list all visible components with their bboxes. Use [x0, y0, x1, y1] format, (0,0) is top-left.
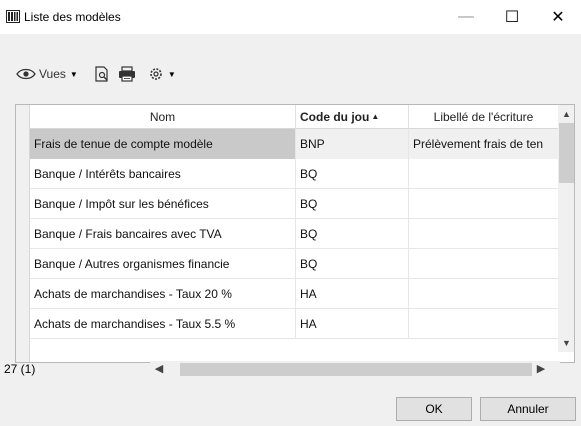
column-header-code[interactable]: Code du jou ▲: [296, 105, 409, 129]
printer-icon: [118, 66, 135, 82]
cell-code: BQ: [296, 249, 409, 279]
cell-nom: Banque / Frais bancaires avec TVA: [30, 219, 296, 249]
cell-nom: Banque / Impôt sur les bénéfices: [30, 189, 296, 219]
record-count: 27 (1): [4, 362, 36, 376]
column-header-libelle[interactable]: Libellé de l'écriture: [409, 105, 558, 129]
column-header-nom[interactable]: Nom: [30, 105, 296, 129]
cell-code: HA: [296, 309, 409, 339]
models-table: Nom Code du jou ▲ Libellé de l'écriture F…: [15, 104, 575, 363]
table-row[interactable]: Banque / Frais bancaires avec TVA BQ: [30, 219, 572, 249]
book-icon: [6, 10, 20, 23]
column-header-code-label: Code du jou: [300, 110, 370, 124]
print-button[interactable]: [118, 62, 136, 86]
gear-icon: [150, 68, 162, 80]
toolbar: Vues ▼ ▼: [16, 58, 576, 90]
scroll-down-icon[interactable]: ▼: [558, 334, 574, 352]
settings-menu-button[interactable]: ▼: [148, 62, 176, 86]
cancel-button[interactable]: Annuler: [480, 397, 576, 421]
scroll-up-icon[interactable]: ▲: [558, 105, 574, 123]
horizontal-scroll-thumb[interactable]: [180, 363, 532, 376]
table-row[interactable]: Achats de marchandises - Taux 5.5 % HA: [30, 309, 572, 339]
title-bar: Liste des modèles — ☐ ✕: [0, 0, 581, 34]
cell-nom: Banque / Autres organismes financie: [30, 249, 296, 279]
window-title: Liste des modèles: [24, 10, 121, 24]
chevron-down-icon: ▼: [167, 69, 176, 79]
table-row[interactable]: Banque / Intérêts bancaires BQ: [30, 159, 572, 189]
scroll-left-icon[interactable]: ◀: [150, 361, 168, 378]
table-row[interactable]: Banque / Autres organismes financie BQ: [30, 249, 572, 279]
cell-code: BQ: [296, 189, 409, 219]
ok-button[interactable]: OK: [396, 397, 472, 421]
cell-libelle: Prélèvement frais de ten: [409, 129, 572, 159]
views-menu-button[interactable]: Vues ▼: [16, 62, 78, 86]
cell-libelle: [409, 249, 572, 279]
vertical-scroll-thumb[interactable]: [559, 123, 574, 183]
cell-libelle: [409, 159, 572, 189]
views-label: Vues: [39, 67, 66, 81]
cell-code: BQ: [296, 159, 409, 189]
print-preview-icon: [95, 66, 108, 82]
cell-code: BQ: [296, 219, 409, 249]
cell-libelle: [409, 189, 572, 219]
cell-libelle: [409, 309, 572, 339]
print-preview-button[interactable]: [94, 62, 110, 86]
chevron-down-icon: ▼: [69, 69, 78, 79]
eye-icon: [16, 68, 36, 80]
cell-nom: Frais de tenue de compte modèle: [30, 129, 296, 159]
table-row[interactable]: Achats de marchandises - Taux 20 % HA: [30, 279, 572, 309]
table-row[interactable]: Frais de tenue de compte modèle BNP Prél…: [30, 129, 572, 159]
table-row[interactable]: Banque / Impôt sur les bénéfices BQ: [30, 189, 572, 219]
cell-libelle: [409, 219, 572, 249]
cell-nom: Achats de marchandises - Taux 20 %: [30, 279, 296, 309]
cell-nom: Achats de marchandises - Taux 5.5 %: [30, 309, 296, 339]
cell-code: HA: [296, 279, 409, 309]
maximize-button[interactable]: ☐: [489, 0, 535, 34]
horizontal-scrollbar[interactable]: ◀ ▶: [150, 361, 560, 378]
cell-libelle: [409, 279, 572, 309]
sort-ascending-icon: ▲: [371, 112, 380, 121]
scroll-right-icon[interactable]: ▶: [532, 361, 550, 378]
vertical-scrollbar[interactable]: ▲ ▼: [558, 105, 574, 352]
minimize-button[interactable]: —: [443, 0, 489, 34]
cell-code: BNP: [296, 129, 409, 159]
close-button[interactable]: ✕: [535, 0, 581, 34]
row-selector-gutter: [16, 105, 30, 362]
cell-nom: Banque / Intérêts bancaires: [30, 159, 296, 189]
